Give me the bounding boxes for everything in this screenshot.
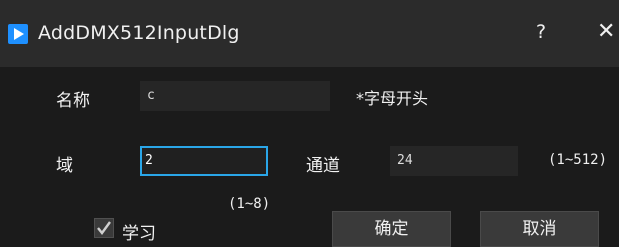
name-label: 名称 xyxy=(56,91,90,111)
window-title: AddDMX512InputDlg xyxy=(38,22,240,44)
title-bar: AddDMX512InputDlg ? ✕ xyxy=(0,0,619,67)
channel-label: 通道 xyxy=(306,156,340,176)
add-dmx512-input-dialog: AddDMX512InputDlg ? ✕ 名称 c *字母开头 域 2 (1~… xyxy=(0,0,619,247)
close-icon[interactable]: ✕ xyxy=(597,18,619,46)
channel-range-hint: (1~512) xyxy=(548,152,608,168)
cancel-button[interactable]: 取消 xyxy=(480,211,599,247)
play-icon xyxy=(8,24,28,44)
domain-label: 域 xyxy=(56,156,73,176)
learn-label: 学习 xyxy=(122,224,156,244)
name-field[interactable]: c xyxy=(140,81,330,111)
help-button[interactable]: ? xyxy=(531,20,551,44)
domain-range-hint: (1~8) xyxy=(228,196,271,212)
domain-field[interactable]: 2 xyxy=(140,146,268,176)
name-hint: *字母开头 xyxy=(356,89,429,108)
check-icon xyxy=(97,221,111,235)
channel-field[interactable]: 24 xyxy=(390,146,518,176)
ok-button[interactable]: 确定 xyxy=(332,211,451,247)
learn-checkbox[interactable] xyxy=(94,218,114,238)
